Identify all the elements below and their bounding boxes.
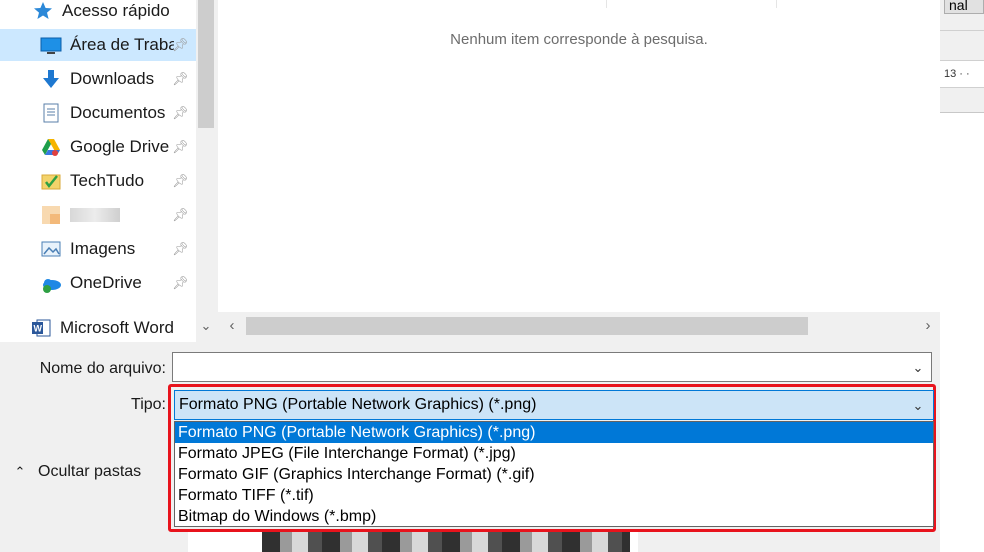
- background-window: nal 13 · ·: [940, 0, 984, 552]
- empty-message: Nenhum item corresponde à pesquisa.: [450, 31, 708, 48]
- chevron-down-icon[interactable]: ⌄: [196, 316, 216, 336]
- scroll-thumb[interactable]: [246, 317, 808, 335]
- type-option[interactable]: Formato GIF (Graphics Interchange Format…: [175, 464, 933, 485]
- nav-item-pictures[interactable]: Imagens 📌︎: [0, 233, 196, 265]
- nav-item-techtudo[interactable]: TechTudo 📌︎: [0, 165, 196, 197]
- type-select[interactable]: Formato PNG (Portable Network Graphics) …: [174, 390, 934, 420]
- pin-icon[interactable]: 📌︎: [172, 105, 189, 121]
- filename-input[interactable]: ⌄: [172, 352, 932, 382]
- nav-item-desktop[interactable]: Área de Trabalho 📌︎: [0, 29, 196, 61]
- nav-label: Área de Trabalho: [70, 35, 174, 54]
- background-document: [188, 532, 638, 552]
- save-dialog: Acesso rápido Área de Trabalho 📌︎ Downlo…: [0, 0, 940, 552]
- type-option[interactable]: Bitmap do Windows (*.bmp): [175, 506, 933, 527]
- nav-item-blurred[interactable]: 📌︎: [0, 199, 196, 231]
- nav-item-documents[interactable]: Documentos 📌︎: [0, 97, 196, 129]
- nav-label: Acesso rápido: [62, 1, 170, 20]
- pin-icon[interactable]: 📌︎: [172, 173, 189, 189]
- nav-scrollbar[interactable]: ⌄: [196, 0, 216, 342]
- google-drive-icon: [40, 136, 62, 158]
- divider: [940, 30, 984, 31]
- file-list: Nenhum item corresponde à pesquisa.: [218, 0, 940, 312]
- nav-item-microsoft-word[interactable]: W Microsoft Word: [0, 312, 196, 344]
- type-option[interactable]: Formato TIFF (*.tif): [175, 485, 933, 506]
- pin-icon[interactable]: 📌︎: [172, 139, 189, 155]
- pin-icon[interactable]: 📌︎: [172, 207, 189, 223]
- onedrive-icon: [40, 272, 62, 294]
- pin-icon[interactable]: 📌︎: [172, 241, 189, 257]
- desktop-icon: [40, 34, 62, 56]
- type-label: Tipo:: [131, 396, 166, 413]
- nav-label: Imagens: [70, 239, 136, 258]
- chevron-down-icon[interactable]: ⌄: [909, 359, 927, 377]
- nav-item-quick-access[interactable]: Acesso rápido: [0, 0, 196, 27]
- nav-item-onedrive[interactable]: OneDrive 📌︎: [0, 267, 196, 299]
- type-option[interactable]: Formato JPEG (File Interchange Format) (…: [175, 443, 933, 464]
- nav-label: Google Drive: [70, 137, 170, 156]
- type-option[interactable]: Formato PNG (Portable Network Graphics) …: [175, 422, 933, 443]
- blurred-label: [70, 208, 120, 222]
- chevron-down-icon[interactable]: ⌄: [909, 397, 927, 415]
- chevron-up-icon: ⌃: [14, 464, 26, 479]
- star-icon: [32, 0, 54, 22]
- chevron-left-icon[interactable]: ‹: [218, 314, 246, 338]
- scroll-thumb[interactable]: [198, 0, 214, 128]
- chevron-right-icon[interactable]: ›: [916, 314, 940, 338]
- word-icon: W: [30, 317, 52, 339]
- horizontal-scrollbar[interactable]: ‹ ›: [218, 314, 940, 338]
- nav-label: OneDrive: [70, 273, 142, 292]
- nav-item-downloads[interactable]: Downloads 📌︎: [0, 63, 196, 95]
- type-dropdown-list: Formato PNG (Portable Network Graphics) …: [174, 421, 934, 527]
- hide-folders-button[interactable]: ⌃ Ocultar pastas: [12, 460, 142, 484]
- background-button-fragment: nal: [944, 0, 984, 14]
- nav-item-google-drive[interactable]: Google Drive 📌︎: [0, 131, 196, 163]
- column-divider: [776, 0, 777, 8]
- nav-label: TechTudo: [70, 171, 145, 190]
- filename-label: Nome do arquivo:: [39, 360, 166, 377]
- nav-label: Downloads: [70, 69, 155, 88]
- document-icon: [40, 102, 62, 124]
- type-selected-value: Formato PNG (Portable Network Graphics) …: [179, 396, 537, 413]
- folder-icon: [40, 170, 62, 192]
- background-photo: [262, 532, 630, 552]
- pictures-icon: [40, 238, 62, 260]
- pin-icon[interactable]: 📌︎: [172, 275, 189, 291]
- nav-label: Documentos: [70, 103, 166, 122]
- column-divider: [606, 0, 607, 8]
- document-page: [940, 112, 984, 552]
- ruler: 13 · ·: [940, 60, 984, 88]
- download-icon: [40, 68, 62, 90]
- navigation-pane: Acesso rápido Área de Trabalho 📌︎ Downlo…: [0, 0, 216, 342]
- pin-icon[interactable]: 📌︎: [172, 71, 189, 87]
- nav-label: Microsoft Word: [60, 318, 174, 337]
- svg-text:W: W: [34, 324, 43, 334]
- folder-icon: [40, 204, 62, 226]
- hide-folders-label: Ocultar pastas: [38, 463, 142, 480]
- pin-icon[interactable]: 📌︎: [172, 37, 189, 53]
